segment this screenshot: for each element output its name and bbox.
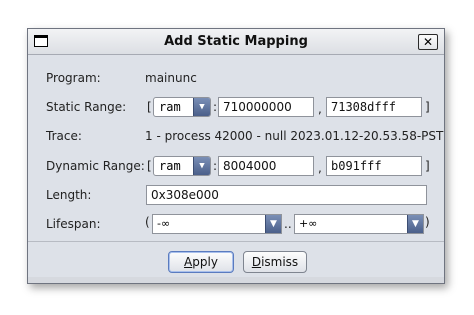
lifespan-close-paren: ) [425, 215, 430, 229]
chevron-down-icon[interactable]: ▼ [193, 157, 210, 175]
static-range-space-select[interactable]: ram ▼ [153, 97, 211, 117]
static-range-separator: , [318, 102, 322, 116]
dismiss-mnemonic: D [251, 255, 262, 269]
static-range-colon: : [213, 100, 218, 114]
dialog-title: Add Static Mapping [164, 34, 308, 49]
program-label: Program: [46, 71, 101, 85]
lifespan-min-combo[interactable]: -∞ ▼ [152, 214, 282, 234]
lifespan-min-value: -∞ [157, 217, 171, 230]
trace-label: Trace: [46, 129, 82, 143]
close-icon: ✕ [422, 35, 434, 49]
trace-value: 1 - process 42000 - null 2023.01.12-20.5… [145, 129, 444, 143]
dismiss-button[interactable]: Dismiss [243, 251, 307, 273]
lifespan-max-combo[interactable]: +∞ ▼ [294, 214, 424, 234]
static-range-close-bracket: ] [425, 100, 430, 114]
lifespan-label: Lifespan: [46, 217, 101, 231]
dynamic-range-end-field[interactable]: b091fff [326, 156, 422, 176]
dynamic-range-close-bracket: ] [425, 159, 430, 173]
add-static-mapping-dialog: Add Static Mapping ✕ Program: mainunc St… [27, 28, 445, 284]
button-divider [28, 241, 444, 242]
chevron-down-icon[interactable]: ▼ [407, 215, 423, 233]
length-field[interactable]: 0x308e000 [146, 185, 427, 205]
dialog-body: Program: mainunc Static Range: [ ram ▼ :… [28, 55, 444, 277]
static-range-space-value: ram [159, 100, 181, 114]
dismiss-label-rest: ismiss [261, 255, 299, 269]
length-label: Length: [46, 188, 92, 202]
static-range-open-bracket: [ [147, 100, 152, 114]
dynamic-range-start-field[interactable]: 8004000 [218, 156, 314, 176]
lifespan-max-value: +∞ [299, 217, 318, 230]
dynamic-range-space-value: ram [159, 159, 181, 173]
chevron-down-icon[interactable]: ▼ [265, 215, 281, 233]
static-range-end-field[interactable]: 71308dfff [326, 97, 422, 117]
lifespan-open-paren: ( [145, 215, 150, 229]
chevron-down-icon[interactable]: ▼ [193, 98, 210, 116]
lifespan-dots: .. [284, 217, 292, 231]
dynamic-range-space-select[interactable]: ram ▼ [153, 156, 211, 176]
dynamic-range-separator: , [318, 161, 322, 175]
title-bar[interactable]: Add Static Mapping ✕ [28, 29, 444, 55]
static-range-label: Static Range: [46, 100, 127, 114]
program-value: mainunc [145, 71, 197, 85]
dynamic-range-colon: : [213, 159, 218, 173]
static-range-start-field[interactable]: 710000000 [218, 97, 314, 117]
close-button[interactable]: ✕ [418, 34, 438, 50]
dynamic-range-open-bracket: [ [147, 159, 152, 173]
dynamic-range-label: Dynamic Range: [46, 159, 145, 173]
apply-label-rest: pply [192, 255, 218, 269]
apply-button[interactable]: Apply [168, 251, 234, 273]
